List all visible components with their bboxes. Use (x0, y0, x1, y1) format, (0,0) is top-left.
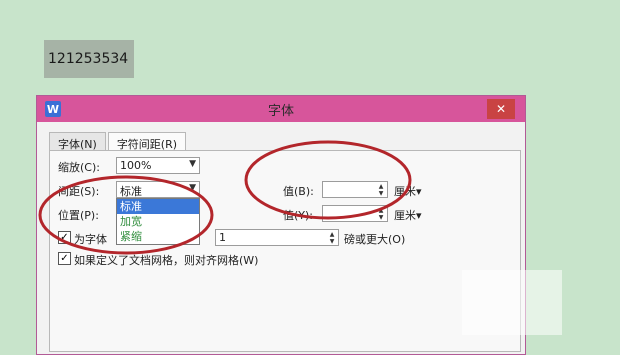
spacing-option-standard[interactable]: 标准 (117, 199, 199, 214)
chevron-down-icon: ▼ (189, 183, 196, 193)
spacing-dropdown-list: 标准 加宽 紧缩 (116, 198, 200, 245)
snap-to-grid-checkbox[interactable]: ✓ (58, 252, 71, 265)
spacing-label: 间距(S): (58, 185, 100, 198)
dialog-titlebar: W 字体 ✕ (37, 96, 525, 122)
spin-arrows-icon[interactable]: ▲ ▼ (376, 183, 386, 197)
spacing-option-expanded[interactable]: 加宽 (117, 214, 199, 229)
spin-arrows-icon[interactable]: ▲ ▼ (327, 231, 337, 245)
close-button[interactable]: ✕ (487, 99, 515, 119)
position-value-input[interactable]: ▲ ▼ (322, 205, 388, 222)
blurred-watermark (462, 270, 562, 335)
dialog-title: 字体 (267, 103, 294, 119)
scale-value: 100% (120, 159, 152, 172)
kerning-points-value: 1 (219, 231, 226, 244)
position-value-label: 值(Y): (283, 209, 314, 222)
position-label: 位置(P): (58, 209, 99, 222)
kerning-label: 为字体 (74, 233, 107, 246)
kerning-points-input[interactable]: 1 ▲ ▼ (215, 229, 339, 246)
spacing-option-condensed[interactable]: 紧缩 (117, 229, 199, 244)
spacing-value: 标准 (120, 185, 142, 198)
position-unit-select[interactable]: 厘米▾ (394, 207, 422, 223)
scale-label: 缩放(C): (58, 161, 100, 174)
spacing-unit-select[interactable]: 厘米▾ (394, 183, 422, 199)
wps-app-icon: W (45, 101, 61, 117)
spacing-value-input[interactable]: ▲ ▼ (322, 181, 388, 198)
snap-to-grid-label: 如果定义了文档网格，则对齐网格(W) (74, 254, 259, 267)
selected-text-highlight: 121253534 (44, 40, 134, 78)
spin-arrows-icon[interactable]: ▲ ▼ (376, 207, 386, 221)
scale-select[interactable]: 100% ▼ (116, 157, 200, 174)
kerning-checkbox[interactable]: ✓ (58, 231, 71, 244)
chevron-down-icon: ▼ (189, 159, 196, 169)
kerning-suffix: 磅或更大(O) (344, 233, 406, 246)
spacing-value-label: 值(B): (283, 185, 314, 198)
character-spacing-panel: 缩放(C): 100% ▼ 间距(S): 标准 ▼ 标准 加宽 紧缩 位置(P)… (49, 150, 521, 352)
close-icon: ✕ (495, 102, 507, 116)
font-dialog: W 字体 ✕ 字体(N) 字符间距(R) 缩放(C): 100% ▼ 间距(S)… (36, 95, 526, 355)
spacing-select[interactable]: 标准 ▼ (116, 181, 200, 198)
